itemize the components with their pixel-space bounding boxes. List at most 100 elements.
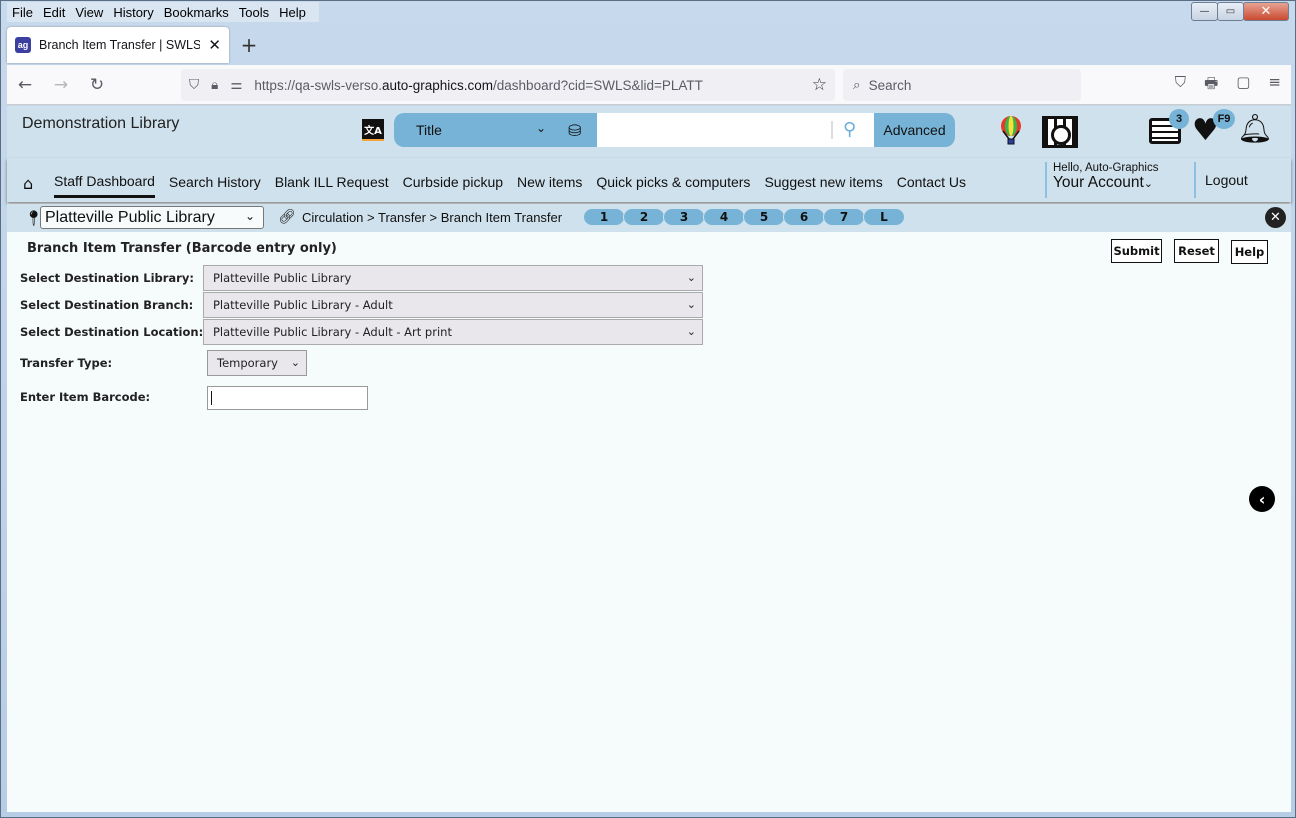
- context-bar: 📍︎ Platteville Public Library ⌄ 🔗︎ Circu…: [7, 204, 1291, 232]
- menu-help[interactable]: Help: [274, 5, 311, 20]
- nav-links: Staff Dashboard Search History Blank ILL…: [54, 158, 966, 202]
- notification-bell-icon[interactable]: 🔔︎: [1237, 114, 1273, 144]
- your-account-dropdown[interactable]: Your Account⌄: [1053, 174, 1158, 192]
- browser-search-input[interactable]: ⌕ Search: [843, 69, 1081, 101]
- menu-edit[interactable]: Edit: [38, 5, 70, 20]
- advanced-search-button[interactable]: Advanced: [874, 113, 955, 147]
- search-type-select[interactable]: Title ⌄: [394, 113, 554, 147]
- shortcut-4[interactable]: 4: [703, 208, 745, 226]
- minimize-button[interactable]: —: [1191, 2, 1218, 21]
- window-controls: — ▭ ✕: [1191, 2, 1289, 21]
- translate-icon[interactable]: 文A: [362, 119, 384, 141]
- menu-bookmarks[interactable]: Bookmarks: [159, 5, 234, 20]
- menu-history[interactable]: History: [108, 5, 158, 20]
- search-icon: ⌕: [853, 77, 861, 92]
- close-circle-icon[interactable]: ✕: [1265, 207, 1286, 228]
- menu-file[interactable]: File: [7, 5, 38, 20]
- library-name: Demonstration Library: [22, 115, 180, 132]
- text-caret: [211, 391, 212, 405]
- search-placeholder: Search: [868, 77, 912, 93]
- url-bar[interactable]: ⛉ 🔒︎ ⚌ https://qa-swls-verso.auto-graphi…: [181, 69, 835, 101]
- dest-location-label: Select Destination Location:: [20, 325, 204, 339]
- toolbar-icons: ⛉ 🖶 ▢ ≡: [1175, 73, 1281, 98]
- chevron-down-icon: ⌄: [535, 121, 546, 135]
- shortcut-l[interactable]: L: [863, 208, 905, 226]
- submit-button[interactable]: Submit: [1111, 239, 1162, 263]
- tab-title: Branch Item Transfer | SWLS | pl: [39, 38, 201, 52]
- dest-branch-label: Select Destination Branch:: [20, 298, 194, 312]
- print-icon[interactable]: 🖶: [1204, 73, 1218, 98]
- dest-location-value: Platteville Public Library - Adult - Art…: [213, 325, 452, 339]
- list-count-badge: 3: [1169, 109, 1189, 129]
- tab-strip: ag Branch Item Transfer | SWLS | pl ✕ +: [7, 25, 1291, 63]
- transfer-type-value: Temporary: [217, 356, 278, 370]
- hot-air-balloon-icon[interactable]: [1000, 116, 1022, 146]
- link-icon: 🔗︎: [278, 209, 296, 225]
- shield-icon: ⛉: [189, 77, 200, 92]
- shortcut-2[interactable]: 2: [623, 208, 665, 226]
- browser-tab[interactable]: ag Branch Item Transfer | SWLS | pl ✕: [7, 27, 229, 63]
- shortcut-pills: 1 2 3 4 5 6 7 L: [583, 208, 905, 226]
- account-menu[interactable]: Hello, Auto-Graphics Your Account⌄: [1045, 162, 1158, 198]
- menu-bar: File Edit View History Bookmarks Tools H…: [7, 2, 319, 22]
- close-tab-icon[interactable]: ✕: [208, 36, 221, 54]
- library-select-value: Platteville Public Library: [45, 208, 215, 226]
- forward-button[interactable]: →: [43, 69, 79, 101]
- back-button[interactable]: ←: [7, 69, 43, 101]
- menu-view[interactable]: View: [70, 5, 108, 20]
- app-menu-icon[interactable]: ≡: [1268, 73, 1281, 98]
- bookmark-star-icon[interactable]: ☆: [812, 75, 827, 95]
- nav-blank-ill-request[interactable]: Blank ILL Request: [275, 170, 389, 190]
- favicon-icon: ag: [15, 37, 31, 53]
- nav-search-history[interactable]: Search History: [169, 170, 261, 190]
- maximize-button[interactable]: ▭: [1217, 2, 1244, 21]
- shortcut-6[interactable]: 6: [783, 208, 825, 226]
- reset-button[interactable]: Reset: [1174, 239, 1219, 263]
- chevron-left-icon[interactable]: ‹: [1249, 486, 1275, 512]
- shortcut-3[interactable]: 3: [663, 208, 705, 226]
- transfer-type-select[interactable]: Temporary ⌄: [207, 350, 307, 376]
- chevron-down-icon: ⌄: [244, 209, 255, 223]
- barcode-label: Enter Item Barcode:: [20, 390, 151, 404]
- dest-library-label: Select Destination Library:: [20, 271, 194, 285]
- extension-icon[interactable]: ▢: [1236, 73, 1250, 98]
- shortcut-7[interactable]: 7: [823, 208, 865, 226]
- dest-location-select[interactable]: Platteville Public Library - Adult - Art…: [203, 319, 703, 345]
- help-button[interactable]: Help: [1231, 240, 1268, 264]
- nav-bar: ← → ↻ ⛉ 🔒︎ ⚌ https://qa-swls-verso.auto-…: [7, 65, 1291, 105]
- chevron-down-icon: ⌄: [1143, 178, 1153, 190]
- barcode-input[interactable]: [207, 386, 368, 410]
- home-icon[interactable]: ⌂: [23, 174, 33, 193]
- shortcut-1[interactable]: 1: [583, 208, 625, 226]
- logout-link[interactable]: Logout: [1194, 162, 1248, 198]
- search-type-value: Title: [416, 122, 442, 138]
- dest-library-select[interactable]: Platteville Public Library ⌄: [203, 265, 703, 291]
- database-icon[interactable]: ⛁: [568, 121, 581, 140]
- lock-icon: 🔒︎: [211, 77, 219, 92]
- nav-contact-us[interactable]: Contact Us: [897, 170, 966, 190]
- reload-button[interactable]: ↻: [79, 69, 115, 101]
- new-tab-button[interactable]: +: [229, 27, 269, 63]
- shortcut-5[interactable]: 5: [743, 208, 785, 226]
- nav-suggest-new-items[interactable]: Suggest new items: [764, 170, 882, 190]
- chevron-down-icon: ⌄: [686, 298, 696, 311]
- permissions-icon: ⚌: [230, 77, 243, 92]
- pocket-icon[interactable]: ⛉: [1175, 73, 1186, 98]
- menu-tools[interactable]: Tools: [234, 5, 274, 20]
- dest-branch-value: Platteville Public Library - Adult: [213, 298, 393, 312]
- library-select[interactable]: Platteville Public Library ⌄: [40, 206, 264, 229]
- page-title: Branch Item Transfer (Barcode entry only…: [27, 241, 337, 256]
- close-window-button[interactable]: ✕: [1243, 2, 1289, 21]
- favorites-badge: F9: [1213, 109, 1235, 129]
- search-icon[interactable]: ⚲: [843, 119, 856, 140]
- nav-quick-picks[interactable]: Quick picks & computers: [596, 170, 750, 190]
- chevron-down-icon: ⌄: [290, 356, 300, 369]
- nav-new-items[interactable]: New items: [517, 170, 582, 190]
- nav-curbside-pickup[interactable]: Curbside pickup: [403, 170, 503, 190]
- dest-branch-select[interactable]: Platteville Public Library - Adult ⌄: [203, 292, 703, 318]
- divider: [831, 121, 833, 139]
- site-header: Demonstration Library 文A Title ⌄ ⛁ ⚲ Adv…: [7, 106, 1291, 158]
- chevron-down-icon: ⌄: [686, 325, 696, 338]
- nav-staff-dashboard[interactable]: Staff Dashboard: [54, 163, 155, 198]
- scan-search-icon[interactable]: [1042, 116, 1078, 148]
